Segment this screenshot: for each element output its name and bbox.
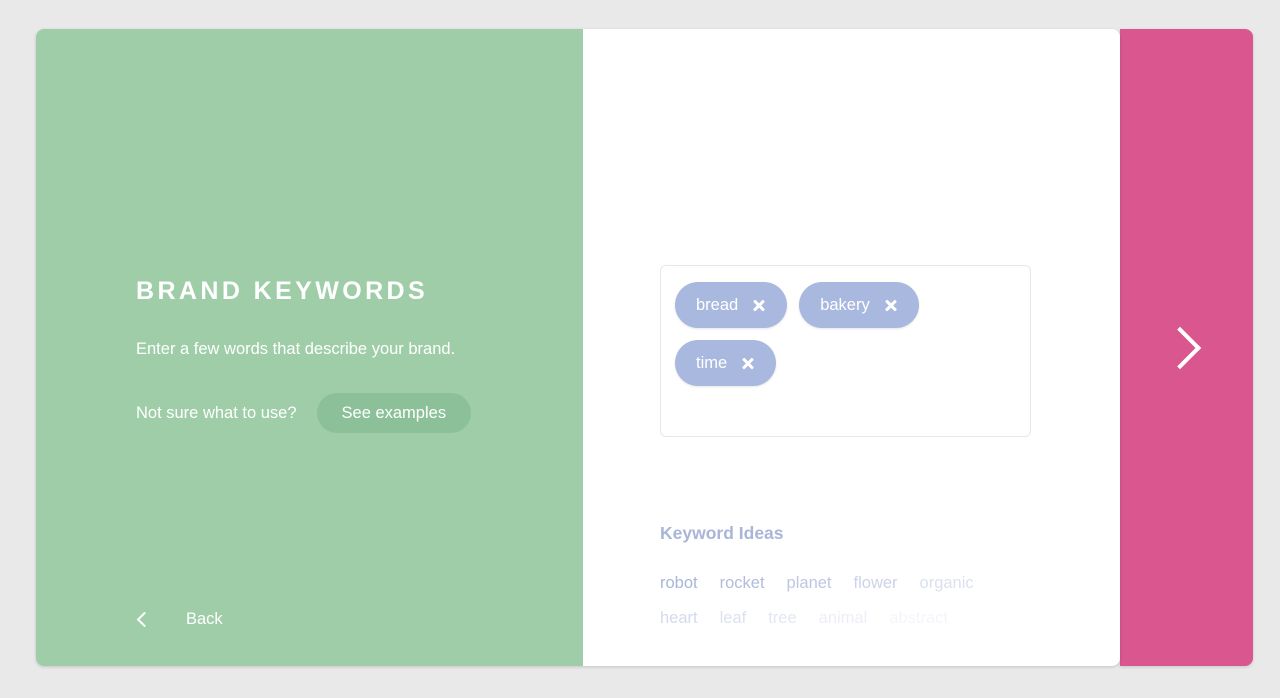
keyword-idea[interactable]: organic [920, 574, 974, 593]
page-title: BRAND KEYWORDS [136, 277, 429, 305]
close-icon[interactable] [884, 298, 898, 312]
chevron-right-icon [1158, 326, 1201, 369]
keyword-idea[interactable]: flower [854, 574, 898, 593]
keyword-idea[interactable]: robot [660, 574, 698, 593]
keyword-chip-label: bakery [820, 295, 870, 314]
info-panel-content: BRAND KEYWORDS Enter a few words that de… [136, 277, 543, 434]
keyword-chip[interactable]: bread [675, 282, 788, 328]
keyword-chip-label: bread [696, 295, 739, 314]
keyword-ideas-heading: Keyword Ideas [660, 523, 784, 543]
keyword-chip[interactable]: bakery [799, 282, 919, 328]
keyword-idea[interactable]: rocket [720, 574, 765, 593]
keyword-idea[interactable]: heart [660, 609, 698, 628]
close-icon[interactable] [752, 298, 766, 312]
page-subtitle: Enter a few words that describe your bra… [136, 340, 456, 358]
examples-row: Not sure what to use? See examples [136, 392, 543, 434]
wizard-container: BRAND KEYWORDS Enter a few words that de… [36, 29, 1253, 666]
examples-question-label: Not sure what to use? [136, 403, 297, 422]
input-panel: bread bakery time Keyword Ideas robot rocke… [583, 29, 1120, 666]
keyword-ideas-row: robot rocket planet flower organic [660, 574, 974, 593]
keyword-idea[interactable]: tree [768, 609, 796, 628]
back-button-label: Back [186, 610, 223, 628]
keyword-idea[interactable]: abstract [889, 609, 948, 628]
keyword-ideas-row: heart leaf tree animal abstract [660, 609, 948, 628]
back-button[interactable]: Back [136, 610, 223, 629]
chevron-left-icon [136, 611, 153, 628]
keyword-idea[interactable]: planet [787, 574, 832, 593]
keyword-idea[interactable]: leaf [720, 609, 747, 628]
keyword-chip[interactable]: time [675, 340, 777, 386]
see-examples-button[interactable]: See examples [316, 392, 472, 434]
keyword-chip-label: time [696, 353, 728, 372]
info-panel: BRAND KEYWORDS Enter a few words that de… [36, 29, 583, 666]
close-icon[interactable] [741, 356, 755, 370]
keyword-input[interactable]: bread bakery time [660, 265, 1031, 437]
keyword-idea[interactable]: animal [819, 609, 868, 628]
next-step-button[interactable] [1120, 29, 1253, 666]
wizard-card: BRAND KEYWORDS Enter a few words that de… [36, 29, 1120, 666]
